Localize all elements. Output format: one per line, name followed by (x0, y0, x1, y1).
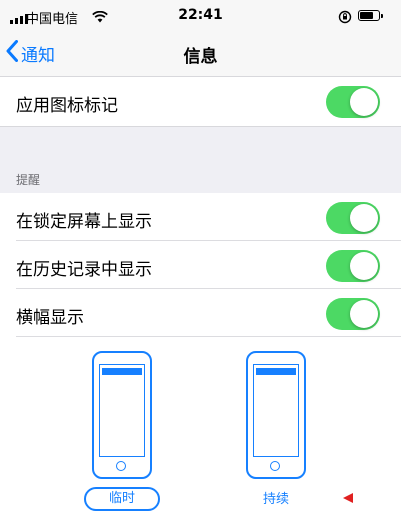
red-marker-arrow (343, 493, 353, 503)
badge-row-label: 应用图标标记 (16, 96, 118, 116)
lockscreen-toggle[interactable] (326, 202, 380, 234)
lockscreen-row: 在锁定屏幕上显示 (0, 193, 401, 241)
lockscreen-row-label: 在锁定屏幕上显示 (16, 212, 152, 232)
navigation-bar: 通知 信息 (0, 30, 401, 77)
history-row: 在历史记录中显示 (0, 241, 401, 289)
temporary-option[interactable]: 临时 (84, 487, 160, 511)
persistent-option[interactable]: 持续 (238, 489, 314, 511)
orientation-lock-icon (338, 9, 352, 28)
history-row-label: 在历史记录中显示 (16, 260, 152, 280)
page-title: 信息 (183, 47, 218, 67)
badge-toggle[interactable] (326, 86, 380, 118)
banners-row-label: 横幅显示 (16, 308, 84, 328)
temporary-banner-phone-illustration[interactable] (92, 351, 152, 479)
banners-toggle[interactable] (326, 298, 380, 330)
persistent-banner-phone-illustration[interactable] (246, 351, 306, 479)
badge-row: 应用图标标记 (0, 77, 401, 126)
history-toggle[interactable] (326, 250, 380, 282)
status-bar: 中国电信 22:41 (0, 0, 401, 30)
alerts-section-header-area: 提醒 (0, 126, 401, 194)
section-header: 提醒 (16, 173, 41, 187)
banners-row: 横幅显示 (0, 289, 401, 337)
battery-icon (358, 10, 383, 21)
